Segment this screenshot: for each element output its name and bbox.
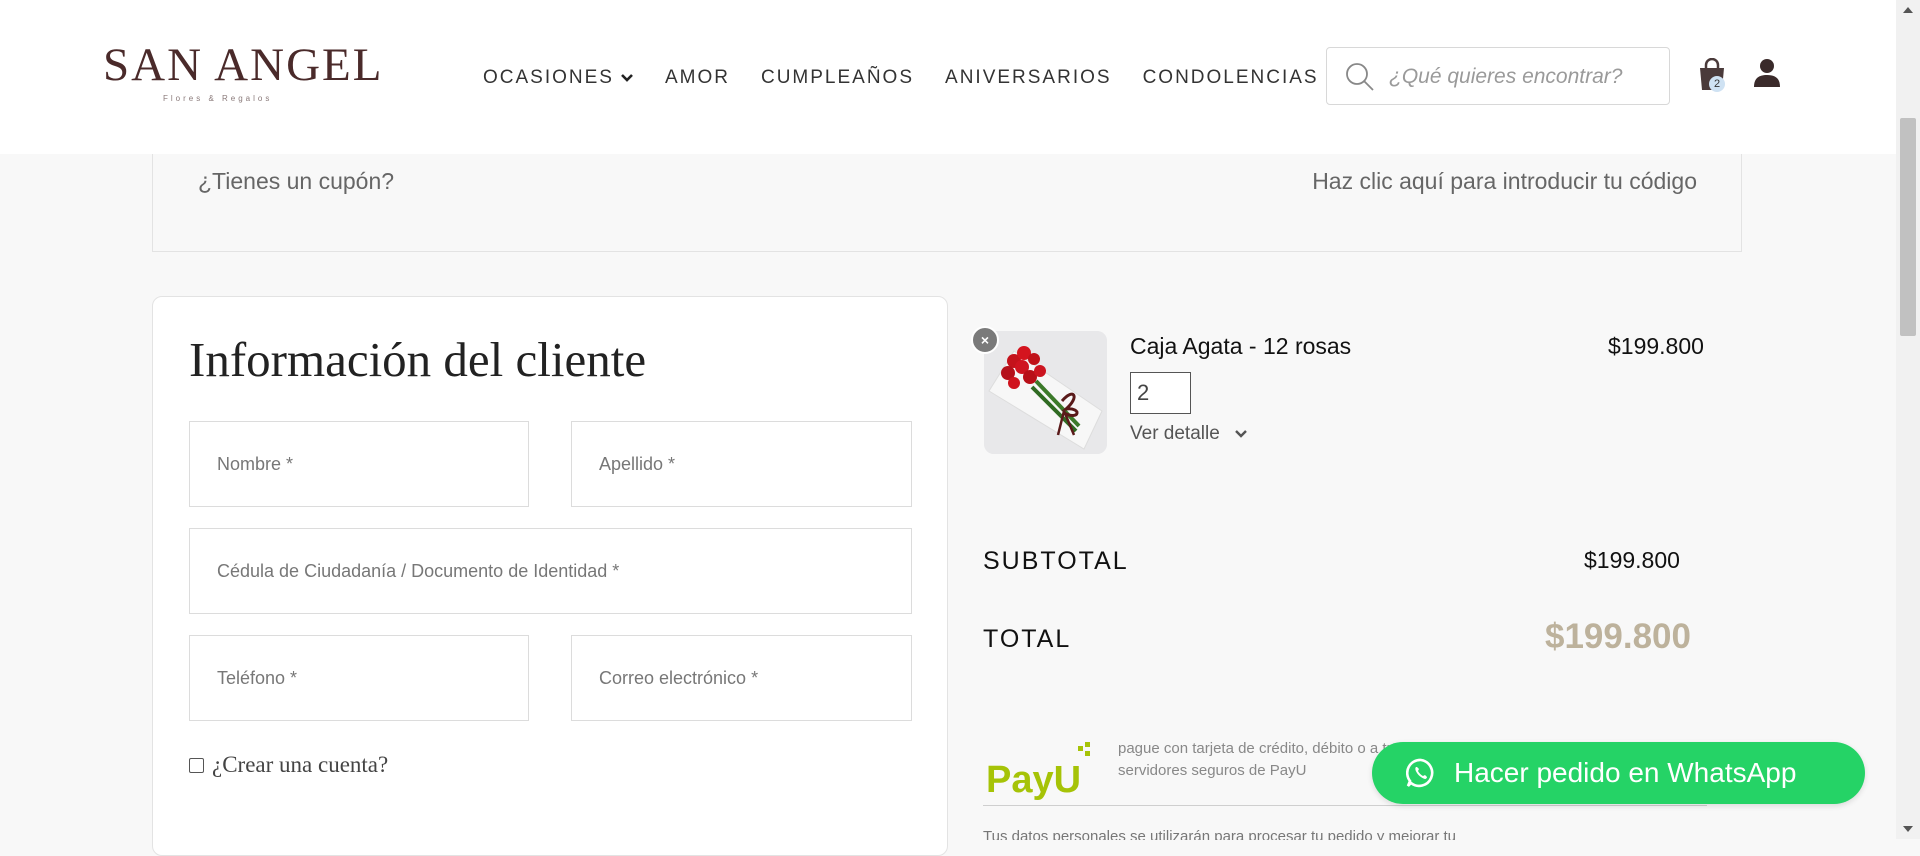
site-header: SAN ANGEL Flores & Regalos OCASIONES AMO… — [0, 0, 1896, 154]
roses-box-image — [984, 331, 1107, 454]
email-field — [571, 635, 912, 721]
page-scrollbar[interactable] — [1896, 0, 1920, 839]
view-detail-label: Ver detalle — [1130, 423, 1220, 444]
total-label: TOTAL — [983, 625, 1072, 653]
create-account-option[interactable]: ¿Crear una cuenta? — [189, 752, 388, 778]
nav-item-amor[interactable]: AMOR — [665, 67, 730, 89]
user-icon[interactable] — [1753, 58, 1781, 88]
phone-field — [189, 635, 529, 721]
nav-item-label: AMOR — [664, 67, 730, 88]
form-title: Información del cliente — [189, 332, 647, 387]
view-detail-toggle[interactable]: Ver detalle — [1130, 423, 1248, 445]
quantity-field — [1130, 372, 1191, 414]
email-input[interactable] — [572, 636, 911, 720]
nav-item-cumpleanos[interactable]: CUMPLEAÑOS — [761, 67, 914, 89]
logo[interactable]: SAN ANGEL — [103, 40, 383, 90]
privacy-text: Tus datos personales se utilizarán para … — [983, 828, 1457, 840]
last-name-input[interactable] — [572, 422, 911, 506]
id-document-field — [189, 528, 912, 614]
coupon-question: ¿Tienes un cupón? — [198, 168, 395, 194]
nav-item-ocasiones[interactable]: OCASIONES — [483, 67, 634, 89]
nav-item-label: ANIVERSARIOS — [945, 67, 1112, 88]
whatsapp-button-label: Hacer pedido en WhatsApp — [1454, 757, 1797, 788]
nav-item-label: OCASIONES — [483, 67, 614, 88]
nav-item-label: CONDOLENCIAS — [1142, 67, 1319, 88]
create-account-checkbox[interactable] — [189, 757, 204, 773]
whatsapp-icon — [1406, 758, 1434, 788]
last-name-field — [571, 421, 912, 507]
nav-item-label: CUMPLEAÑOS — [760, 67, 915, 88]
product-price: $199.800 — [1608, 333, 1704, 359]
subtotal-value: $199.800 — [1584, 547, 1680, 573]
quantity-input[interactable] — [1131, 373, 1190, 413]
phone-input[interactable] — [190, 636, 528, 720]
chevron-down-icon — [621, 74, 633, 82]
subtotal-label: SUBTOTAL — [983, 547, 1129, 575]
logo-tagline: Flores & Regalos — [163, 94, 273, 103]
remove-item-button[interactable]: × — [971, 326, 999, 354]
payu-logo: PayU — [986, 742, 1090, 801]
first-name-input[interactable] — [190, 422, 528, 506]
search-icon[interactable] — [1345, 62, 1375, 92]
coupon-bar: ¿Tienes un cupón? Haz clic aquí para int… — [152, 154, 1742, 252]
payu-logo-text: PayU — [986, 759, 1081, 801]
total-value: $199.800 — [1545, 617, 1691, 656]
product-image — [984, 331, 1107, 454]
search-box — [1326, 47, 1670, 105]
divider — [983, 805, 1707, 806]
scroll-up-arrow[interactable] — [1903, 7, 1913, 13]
whatsapp-order-button[interactable]: Hacer pedido en WhatsApp — [1372, 742, 1865, 804]
create-account-label: ¿Crear una cuenta? — [212, 752, 389, 777]
nav-item-condolencias[interactable]: CONDOLENCIAS — [1143, 67, 1319, 89]
scroll-thumb[interactable] — [1900, 118, 1916, 336]
cart-count-badge: 2 — [1709, 76, 1725, 92]
main-nav: OCASIONES AMOR CUMPLEAÑOS ANIVERSARIOS C… — [483, 66, 1350, 90]
chevron-down-icon — [1234, 430, 1247, 438]
nav-item-aniversarios[interactable]: ANIVERSARIOS — [945, 67, 1112, 89]
id-document-input[interactable] — [190, 529, 911, 613]
customer-info-card: Información del cliente ¿Crear una cuent… — [152, 296, 948, 856]
search-input[interactable] — [1387, 58, 1661, 96]
scroll-down-arrow[interactable] — [1903, 826, 1913, 832]
coupon-link[interactable]: Haz clic aquí para introducir tu código — [1312, 168, 1697, 195]
first-name-field — [189, 421, 529, 507]
product-name[interactable]: Caja Agata - 12 rosas — [1130, 333, 1351, 360]
